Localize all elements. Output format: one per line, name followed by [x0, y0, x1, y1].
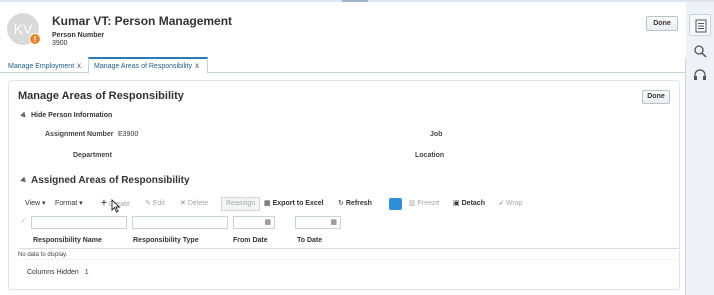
filter-responsibility-name[interactable]	[31, 216, 127, 229]
help-list-icon[interactable]	[689, 14, 711, 36]
refresh-icon: ↻	[338, 200, 344, 207]
warning-badge-icon: !	[29, 33, 41, 45]
calendar-icon[interactable]: ▦	[330, 218, 337, 226]
wrap-label: Wrap	[505, 200, 523, 207]
job-label: Job	[430, 131, 443, 138]
wrap-icon: ↲	[498, 200, 504, 207]
tab-label: Manage Areas of Responsibility	[94, 63, 193, 70]
tab-manage-employment[interactable]: Manage Employment x	[3, 59, 87, 73]
no-data-message: No data to display.	[18, 252, 68, 258]
columns-hidden-count[interactable]: 1	[85, 269, 89, 276]
export-to-excel-button[interactable]: ▦ Export to Excel	[264, 197, 324, 211]
tab-manage-areas-of-responsibility[interactable]: Manage Areas of Responsibility x	[88, 57, 208, 74]
table-header: Responsibility Name Responsibility Type …	[19, 234, 679, 249]
export-label: Export to Excel	[272, 200, 324, 207]
section-title: Manage Areas of Responsibility	[18, 90, 184, 102]
reassign-button[interactable]: Reassign	[221, 197, 261, 211]
view-menu[interactable]: View ▾	[25, 197, 46, 211]
responsibility-panel: Manage Areas of Responsibility Done Hide…	[8, 80, 680, 290]
delete-label: Delete	[187, 200, 209, 207]
department-label: Department	[73, 152, 112, 159]
assigned-areas-toggle[interactable]: Assigned Areas of Responsibility	[20, 175, 190, 186]
close-icon[interactable]: x	[77, 61, 81, 70]
columns-hidden-row: Columns Hidden 1	[18, 259, 678, 285]
query-by-example-icon[interactable]	[389, 198, 402, 210]
mouse-cursor-icon	[111, 198, 121, 215]
detach-icon: ▣	[453, 200, 460, 207]
assignment-number-label: Assignment Number	[45, 131, 114, 138]
refresh-button[interactable]: ↻ Refresh	[338, 197, 372, 211]
done-button[interactable]: Done	[642, 90, 670, 104]
headset-icon[interactable]	[689, 64, 711, 86]
detach-label: Detach	[461, 200, 485, 207]
add-icon: +	[101, 198, 107, 209]
delete-x-icon: ✕	[180, 200, 186, 207]
tab-label: Manage Employment	[8, 63, 75, 70]
column-responsibility-name[interactable]: Responsibility Name	[33, 237, 102, 244]
column-to-date[interactable]: To Date	[297, 237, 322, 244]
freeze-button[interactable]: ▥ Freeze	[409, 197, 439, 211]
edit-button[interactable]: ✎ Edit	[145, 197, 165, 211]
excel-icon: ▦	[264, 200, 271, 207]
tab-bar: Manage Employment x Manage Areas of Respo…	[0, 57, 686, 74]
format-label: Format	[55, 200, 78, 207]
columns-hidden-label: Columns Hidden	[27, 269, 79, 276]
person-number-value: 3900	[52, 40, 68, 47]
filter-row: ⁄ ▦ ▦	[19, 216, 679, 230]
close-icon[interactable]: x	[195, 61, 199, 70]
freeze-label: Freeze	[417, 200, 440, 207]
view-label: View	[25, 200, 41, 207]
filter-responsibility-type[interactable]	[132, 216, 228, 229]
pencil-icon: ✎	[145, 200, 151, 207]
column-from-date[interactable]: From Date	[233, 237, 268, 244]
done-button-header[interactable]: Done	[646, 16, 678, 31]
filter-from-date[interactable]: ▦	[233, 216, 275, 229]
main-content: KV ! Kumar VT: Person Management Person …	[0, 2, 686, 295]
person-number-label: Person Number	[52, 32, 105, 39]
assignment-number-value: E3900	[118, 131, 139, 138]
calendar-icon[interactable]: ▦	[264, 218, 271, 226]
hide-info-label: Hide Person Information	[31, 112, 113, 119]
assigned-title: Assigned Areas of Responsibility	[31, 175, 190, 186]
search-icon[interactable]	[689, 40, 711, 62]
freeze-icon: ▥	[409, 200, 416, 207]
person-header: KV ! Kumar VT: Person Management Person …	[0, 2, 686, 58]
collapse-triangle-icon	[20, 176, 28, 185]
delete-button[interactable]: ✕ Delete	[180, 197, 208, 211]
wrap-button[interactable]: ↲ Wrap	[498, 197, 522, 211]
refresh-label: Refresh	[345, 200, 372, 207]
filter-to-date[interactable]: ▦	[295, 216, 341, 229]
column-responsibility-type[interactable]: Responsibility Type	[133, 237, 199, 244]
edit-label: Edit	[152, 200, 165, 207]
page-title: Kumar VT: Person Management	[52, 14, 233, 28]
location-label: Location	[415, 152, 445, 159]
detach-button[interactable]: ▣ Detach	[453, 197, 485, 211]
filter-icon: ⁄	[23, 218, 25, 225]
collapse-triangle-icon	[20, 111, 28, 120]
format-menu[interactable]: Format ▾	[55, 197, 83, 211]
hide-person-info-toggle[interactable]: Hide Person Information	[20, 111, 113, 120]
